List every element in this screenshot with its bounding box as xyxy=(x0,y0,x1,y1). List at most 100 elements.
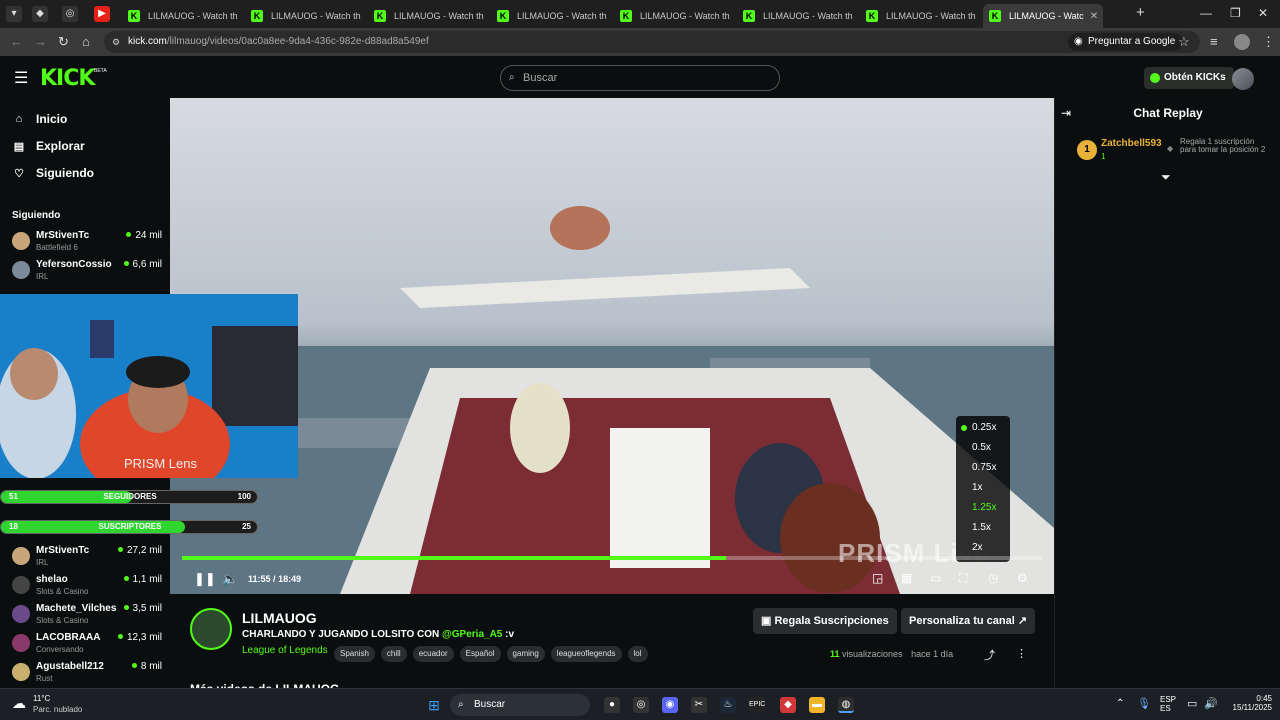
sidebar-item-siguiendo[interactable]: ♡ Siguiendo xyxy=(12,166,94,180)
tag[interactable]: lol xyxy=(627,646,648,662)
profile-avatar[interactable] xyxy=(1234,34,1250,50)
address-bar[interactable]: ⚙ kick.com/lilmauog/videos/0ac0a8ee-9da4… xyxy=(104,31,1200,53)
discord-icon[interactable]: ◉ xyxy=(662,697,678,713)
riot-client-icon[interactable]: ◆ xyxy=(780,697,796,713)
miniplayer-icon[interactable]: ◲ xyxy=(872,571,883,585)
category-link[interactable]: League of Legends xyxy=(242,645,328,656)
sidebar-item-explorar[interactable]: ▤ Explorar xyxy=(12,139,85,153)
followed-channel[interactable]: Agustabell212 Rust 8 mil xyxy=(12,661,162,687)
close-tab-icon[interactable]: ✕ xyxy=(976,11,980,22)
minimize-icon[interactable]: — xyxy=(1200,6,1212,20)
obs-icon[interactable]: ● xyxy=(604,697,620,713)
epic-games-icon[interactable]: EPIC xyxy=(749,697,765,713)
speaker-icon[interactable]: 🔊 xyxy=(1204,697,1218,710)
close-tab-icon[interactable]: ✕ xyxy=(730,11,734,22)
more-options-icon[interactable]: ⋮ xyxy=(1016,647,1027,660)
site-info-icon[interactable]: ⚙ xyxy=(112,31,120,53)
clip-icon[interactable]: ▦ xyxy=(901,571,912,585)
browser-menu-icon[interactable]: ⋮ xyxy=(1262,34,1275,50)
tray-overflow-icon[interactable]: ⌃ xyxy=(1116,698,1124,709)
filter-icon[interactable]: ⏷ xyxy=(1161,170,1171,185)
ask-google-button[interactable]: ◉ Preguntar a Google xyxy=(1068,33,1184,51)
pinned-tab-pocket-icon[interactable]: ◆ xyxy=(32,6,48,22)
browser-tab[interactable]: K LILMAUOG - Watch th✕ xyxy=(860,4,980,28)
file-explorer-icon[interactable]: ▬ xyxy=(809,697,825,713)
browser-tab-active[interactable]: K LILMAUOG - Watc ✕ xyxy=(983,4,1103,28)
search-input[interactable]: ⌕ Buscar xyxy=(500,65,780,91)
windows-start-icon[interactable]: ⊞ xyxy=(426,697,442,713)
tag[interactable]: ecuador xyxy=(412,646,454,662)
close-tab-icon[interactable]: ✕ xyxy=(853,11,857,22)
close-tab-icon[interactable]: ✕ xyxy=(607,11,611,22)
video-progress-bar[interactable] xyxy=(182,556,1042,560)
kick-logo[interactable]: KICK xyxy=(40,66,95,91)
tag[interactable]: leagueoflegends xyxy=(550,646,622,662)
get-kicks-button[interactable]: Obtén KICKs xyxy=(1144,67,1234,89)
theater-mode-icon[interactable]: ▭ xyxy=(930,571,941,585)
pause-icon[interactable]: ❚❚ xyxy=(194,571,216,587)
app-icon[interactable]: ◎ xyxy=(633,697,649,713)
followed-channel[interactable]: MrStivenTc IRL 27,2 mil xyxy=(12,545,162,571)
followed-channel[interactable]: shelao Slots & Casino 1,1 mil xyxy=(12,574,162,600)
close-tab-icon[interactable]: ✕ xyxy=(1084,11,1098,22)
speed-option[interactable]: 1.5x xyxy=(972,522,991,533)
hamburger-menu-icon[interactable]: ☰ xyxy=(14,68,28,88)
reading-list-icon[interactable]: ≡ xyxy=(1210,34,1218,49)
tab-search-icon[interactable]: ▾ xyxy=(6,6,22,22)
tag[interactable]: chill xyxy=(380,646,407,662)
clock[interactable]: 0:45 15/11/2025 xyxy=(1222,694,1272,712)
close-tab-icon[interactable]: ✕ xyxy=(238,11,242,22)
speed-option[interactable]: 2x xyxy=(972,542,983,553)
browser-tab[interactable]: K LILMAUOG - Watch th✕ xyxy=(614,4,734,28)
close-tab-icon[interactable]: ✕ xyxy=(484,11,488,22)
reload-icon[interactable]: ↻ xyxy=(58,34,69,50)
followed-channel[interactable]: LACOBRAAA Conversando 12,3 mil xyxy=(12,632,162,658)
microphone-icon[interactable]: 🎙 xyxy=(1137,697,1151,710)
gift-subscriptions-button[interactable]: ▣ Regala Suscripciones xyxy=(753,608,897,634)
close-window-icon[interactable]: ✕ xyxy=(1258,6,1268,20)
network-icon[interactable]: ▭ xyxy=(1187,697,1197,710)
pinned-tab-extension-icon[interactable]: ◎ xyxy=(62,6,78,22)
followed-channel[interactable]: YefersonCossio IRL 6,6 mil xyxy=(12,259,162,285)
steam-icon[interactable]: ♨ xyxy=(720,697,736,713)
home-browser-icon[interactable]: ⌂ xyxy=(82,34,90,49)
tag[interactable]: Español xyxy=(459,646,501,662)
chrome-icon[interactable]: ◍ xyxy=(838,697,854,713)
speed-option[interactable]: 0.75x xyxy=(972,462,996,473)
weather-icon[interactable]: ☁ xyxy=(12,695,26,712)
forward-icon[interactable]: → xyxy=(34,34,47,49)
browser-tab[interactable]: K LILMAUOG - Watch th✕ xyxy=(491,4,611,28)
maximize-icon[interactable]: ❐ xyxy=(1230,6,1241,20)
video-player[interactable]: PRISM Live 0.25x 0.5x 0.75x 1x 1.25x 1.5… xyxy=(170,98,1054,594)
tag[interactable]: Spanish xyxy=(334,646,375,662)
settings-gear-icon[interactable]: ⚙ xyxy=(1017,571,1028,585)
fullscreen-icon[interactable]: ⛶ xyxy=(959,571,967,586)
speed-option[interactable]: 1x xyxy=(972,482,983,493)
stream-title-mention[interactable]: @GPeria_A5 xyxy=(442,629,502,640)
close-tab-icon[interactable]: ✕ xyxy=(361,11,365,22)
gifter-username[interactable]: Zatchbell593 xyxy=(1101,138,1162,149)
language-indicator[interactable]: ESP ES xyxy=(1160,695,1176,713)
share-icon[interactable]: ⤴ xyxy=(984,647,995,663)
back-icon[interactable]: ← xyxy=(10,34,23,49)
speed-option[interactable]: 1.25x xyxy=(972,502,996,513)
browser-tab[interactable]: K LILMAUOG - Watch th✕ xyxy=(122,4,242,28)
followed-channel[interactable]: Machete_Vilches Slots & Casino 3,5 mil xyxy=(12,603,162,629)
channel-avatar[interactable] xyxy=(190,608,232,650)
tag[interactable]: gaming xyxy=(506,646,545,662)
sidebar-item-inicio[interactable]: ⌂ Inicio xyxy=(12,112,68,126)
browser-tab[interactable]: K LILMAUOG - Watch th✕ xyxy=(245,4,365,28)
playback-speed-icon[interactable]: ◷ xyxy=(988,571,998,585)
customize-channel-button[interactable]: Personaliza tu canal ↗ xyxy=(901,608,1036,634)
channel-name[interactable]: LILMAUOG xyxy=(242,610,317,626)
followed-channel[interactable]: MrStivenTc Battlefield 6 24 mil xyxy=(12,230,162,256)
browser-tab[interactable]: K LILMAUOG - Watch th✕ xyxy=(368,4,488,28)
speed-option[interactable]: 0.25x xyxy=(960,422,996,433)
bookmark-star-icon[interactable]: ☆ xyxy=(1178,34,1190,50)
user-avatar[interactable] xyxy=(1232,68,1254,90)
taskbar-search[interactable]: ⌕ Buscar xyxy=(450,694,590,716)
pinned-tab-youtube-icon[interactable]: ▶ xyxy=(94,6,110,22)
new-tab-button[interactable]: + xyxy=(1136,4,1145,21)
browser-tab[interactable]: K LILMAUOG - Watch th✕ xyxy=(737,4,857,28)
volume-icon[interactable]: 🔈 xyxy=(222,571,238,587)
